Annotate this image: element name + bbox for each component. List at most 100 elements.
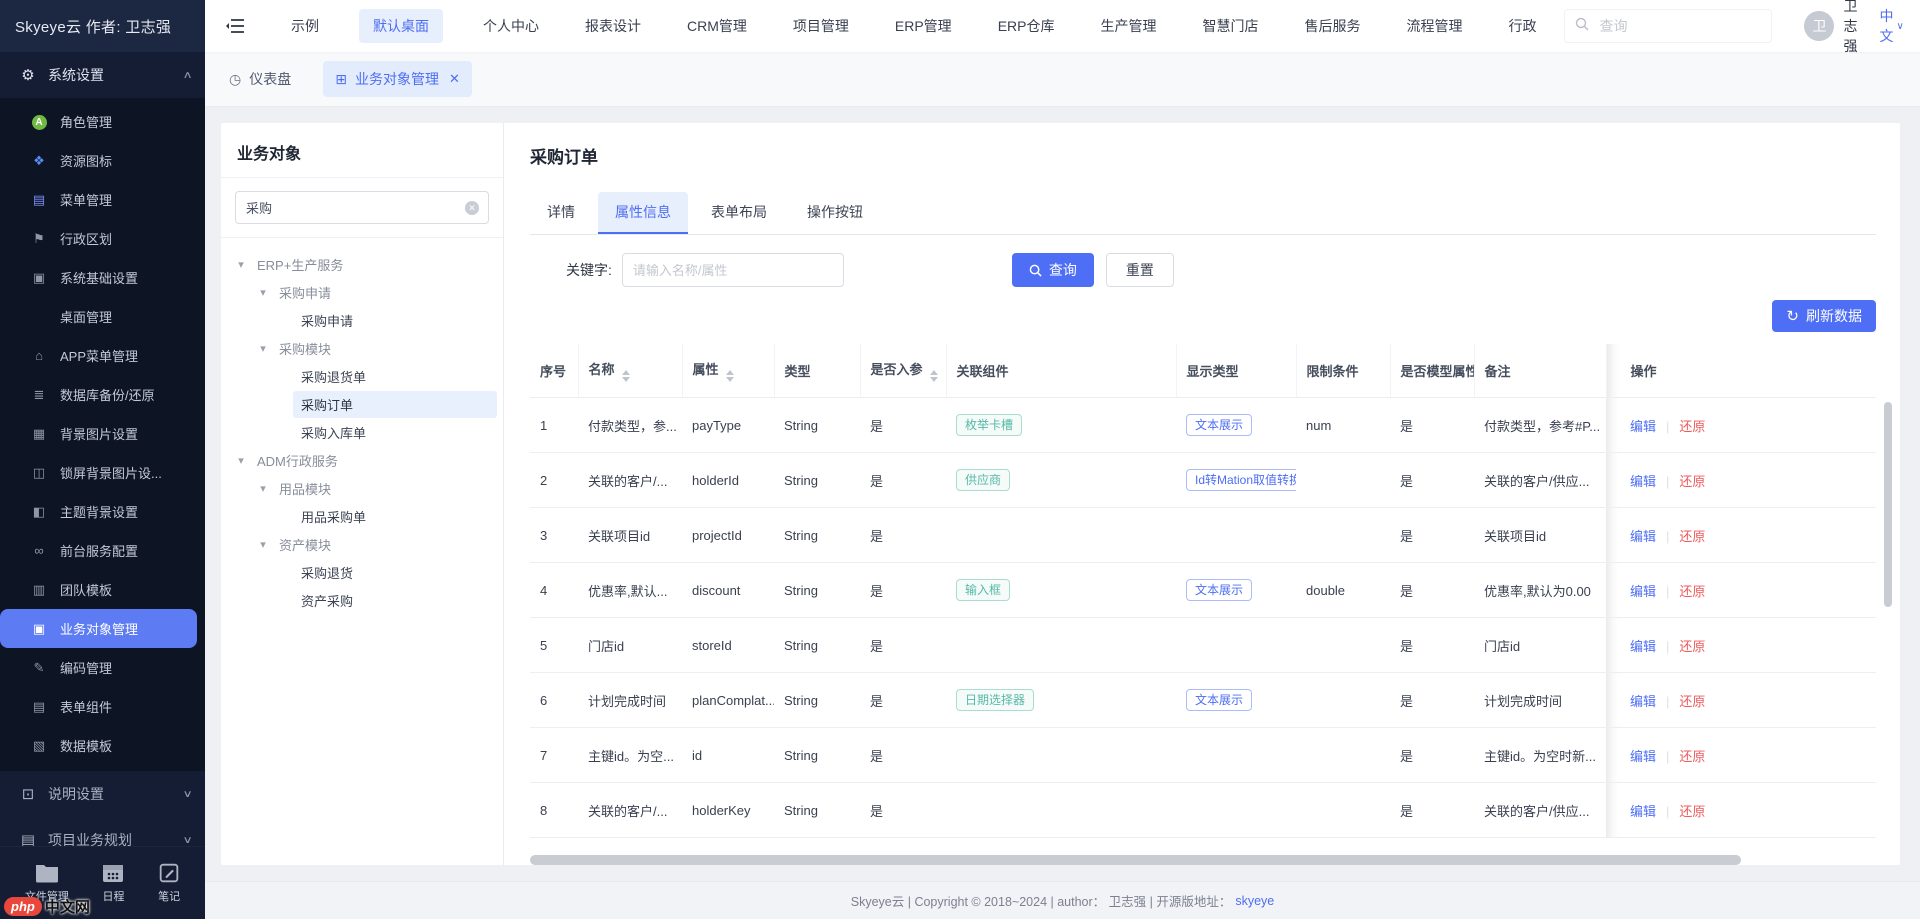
sort-icon[interactable] (726, 370, 734, 382)
cell-type: String (774, 398, 860, 453)
restore-link[interactable]: 还原 (1679, 749, 1705, 764)
nav-item-报表设计[interactable]: 报表设计 (579, 9, 647, 43)
detail-tab-属性信息[interactable]: 属性信息 (598, 192, 688, 234)
tree-node-ERP+生产服务[interactable]: ▾ERP+生产服务 (221, 250, 497, 278)
edit-link[interactable]: 编辑 (1630, 584, 1656, 599)
tree-node-采购申请[interactable]: ▾采购申请 (221, 278, 497, 306)
nav-item-项目管理[interactable]: 项目管理 (787, 9, 855, 43)
sidebar-item-数据库备份/还原[interactable]: ≣数据库备份/还原 (0, 375, 205, 414)
cell-index: 7 (530, 728, 578, 783)
caret-down-icon[interactable]: ▾ (233, 258, 249, 271)
restore-link[interactable]: 还原 (1679, 474, 1705, 489)
detail-tab-操作按钮[interactable]: 操作按钮 (790, 192, 880, 234)
close-icon[interactable]: ✕ (449, 71, 460, 87)
tree-node-采购退货[interactable]: 采购退货 (221, 558, 497, 586)
column-header-名称[interactable]: 名称 (578, 344, 682, 398)
restore-link[interactable]: 还原 (1679, 804, 1705, 819)
reset-button[interactable]: 重置 (1106, 253, 1174, 287)
caret-down-icon[interactable]: ▾ (255, 342, 271, 355)
tree-node-用品模块[interactable]: ▾用品模块 (221, 474, 497, 502)
tree-node-采购模块[interactable]: ▾采购模块 (221, 334, 497, 362)
nav-item-默认桌面[interactable]: 默认桌面 (359, 9, 443, 43)
sidebar-item-行政区划[interactable]: ⚑行政区划 (0, 219, 205, 258)
query-button[interactable]: 查询 (1012, 253, 1094, 287)
refresh-icon: ↻ (1786, 309, 1799, 324)
caret-down-icon[interactable]: ▾ (233, 454, 249, 467)
sidebar-item-资源图标[interactable]: ❖资源图标 (0, 141, 205, 180)
tree-node-用品采购单[interactable]: 用品采购单 (221, 502, 497, 530)
sidebar-item-锁屏背景图片设...[interactable]: ◫锁屏背景图片设... (0, 453, 205, 492)
tree-node-ADM行政服务[interactable]: ▾ADM行政服务 (221, 446, 497, 474)
nav-item-示例[interactable]: 示例 (285, 9, 325, 43)
tab-dashboard[interactable]: ◷ 仪表盘 (223, 61, 297, 97)
nav-item-个人中心[interactable]: 个人中心 (477, 9, 545, 43)
edit-link[interactable]: 编辑 (1630, 639, 1656, 654)
caret-down-icon[interactable]: ▾ (255, 538, 271, 551)
edit-link[interactable]: 编辑 (1630, 529, 1656, 544)
sidebar-item-主题背景设置[interactable]: ◧主题背景设置 (0, 492, 205, 531)
sidebar-collapse-icon[interactable] (225, 17, 245, 35)
nav-item-行政[interactable]: 行政 (1502, 9, 1542, 43)
tree-node-采购申请[interactable]: 采购申请 (221, 306, 497, 334)
sidebar-item-团队模板[interactable]: ▥团队模板 (0, 570, 205, 609)
nav-item-ERP管理[interactable]: ERP管理 (889, 9, 958, 43)
edit-link[interactable]: 编辑 (1630, 804, 1656, 819)
sidebar-item-表单组件[interactable]: ▤表单组件 (0, 687, 205, 726)
tree-node-采购入库单[interactable]: 采购入库单 (221, 418, 497, 446)
nav-item-流程管理[interactable]: 流程管理 (1400, 9, 1468, 43)
user-avatar[interactable]: 卫 (1804, 11, 1834, 41)
caret-down-icon[interactable]: ▾ (255, 482, 271, 495)
clear-icon[interactable]: ✕ (465, 201, 479, 215)
edit-link[interactable]: 编辑 (1630, 749, 1656, 764)
column-header-属性[interactable]: 属性 (682, 344, 774, 398)
restore-link[interactable]: 还原 (1679, 694, 1705, 709)
tree-search-input[interactable] (235, 191, 489, 224)
restore-link[interactable]: 还原 (1679, 419, 1705, 434)
global-search-input[interactable] (1597, 17, 1761, 35)
sidebar-item-APP菜单管理[interactable]: ⌂APP菜单管理 (0, 336, 205, 375)
edit-link[interactable]: 编辑 (1630, 474, 1656, 489)
tree-node-采购退货单[interactable]: 采购退货单 (221, 362, 497, 390)
restore-link[interactable]: 还原 (1679, 639, 1705, 654)
sidebar-footer-笔记[interactable]: 笔记 (158, 863, 180, 904)
opensource-link[interactable]: skyeye (1235, 894, 1274, 908)
sidebar-item-菜单管理[interactable]: ▤菜单管理 (0, 180, 205, 219)
caret-down-icon[interactable]: ▾ (255, 286, 271, 299)
restore-link[interactable]: 还原 (1679, 584, 1705, 599)
sidebar-section-系统设置[interactable]: ⚙系统设置∧ (0, 52, 205, 98)
detail-tab-表单布局[interactable]: 表单布局 (694, 192, 784, 234)
refresh-data-button[interactable]: ↻ 刷新数据 (1772, 300, 1876, 332)
sidebar-section-项目业务规划[interactable]: ▤项目业务规划∨ (0, 817, 205, 846)
nav-item-生产管理[interactable]: 生产管理 (1094, 9, 1162, 43)
sort-icon[interactable] (930, 370, 938, 382)
sidebar-section-说明设置[interactable]: ⊡说明设置∨ (0, 771, 205, 817)
sidebar-item-角色管理[interactable]: A角色管理 (0, 102, 205, 141)
edit-link[interactable]: 编辑 (1630, 694, 1656, 709)
sidebar-item-桌面管理[interactable]: 桌面管理 (0, 297, 205, 336)
nav-item-ERP仓库[interactable]: ERP仓库 (992, 9, 1061, 43)
column-header-是否入参[interactable]: 是否入参 (860, 344, 946, 398)
sidebar-item-背景图片设置[interactable]: ▦背景图片设置 (0, 414, 205, 453)
nav-item-智慧门店[interactable]: 智慧门店 (1196, 9, 1264, 43)
tree-node-资产模块[interactable]: ▾资产模块 (221, 530, 497, 558)
sidebar-footer-日程[interactable]: 日程 (102, 863, 124, 904)
sidebar-item-业务对象管理[interactable]: ▣业务对象管理 (0, 609, 197, 648)
sort-icon[interactable] (622, 370, 630, 382)
vertical-scrollbar[interactable] (1884, 402, 1892, 607)
language-selector[interactable]: 中文 ∨ (1879, 6, 1903, 46)
tab-business-object-management[interactable]: ⊞ 业务对象管理 ✕ (323, 61, 472, 97)
detail-tab-详情[interactable]: 详情 (530, 192, 592, 234)
edit-link[interactable]: 编辑 (1630, 419, 1656, 434)
nav-item-CRM管理[interactable]: CRM管理 (681, 9, 753, 43)
tree-node-资产采购[interactable]: 资产采购 (221, 586, 497, 614)
restore-link[interactable]: 还原 (1679, 529, 1705, 544)
keyword-input[interactable] (622, 253, 844, 287)
sidebar-item-系统基础设置[interactable]: ▣系统基础设置 (0, 258, 205, 297)
sidebar-item-数据模板[interactable]: ▧数据模板 (0, 726, 205, 765)
tree-node-采购订单[interactable]: 采购订单 (221, 390, 497, 418)
submenu-系统设置: A角色管理❖资源图标▤菜单管理⚑行政区划▣系统基础设置桌面管理⌂APP菜单管理≣… (0, 98, 205, 771)
horizontal-scrollbar-thumb[interactable] (530, 855, 1741, 865)
nav-item-售后服务[interactable]: 售后服务 (1298, 9, 1366, 43)
sidebar-item-编码管理[interactable]: ✎编码管理 (0, 648, 205, 687)
sidebar-item-前台服务配置[interactable]: ∞前台服务配置 (0, 531, 205, 570)
